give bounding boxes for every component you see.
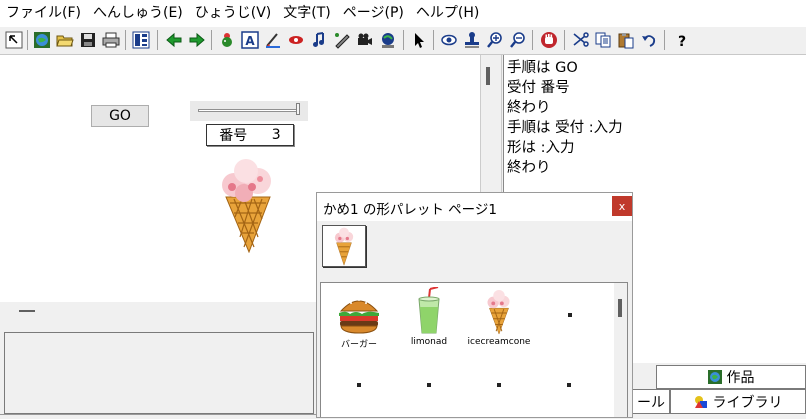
menu-help[interactable]: ヘルプ(H)	[410, 0, 485, 27]
copy-icon[interactable]	[592, 30, 613, 50]
tab-library-label: ライブラリ	[712, 394, 783, 411]
palette-grid: バーガー limonad icecreamcone	[320, 282, 628, 417]
help-icon[interactable]: ?	[671, 30, 692, 50]
palette-titlebar[interactable]: かめ1 の形パレット ページ1 x	[317, 193, 632, 221]
message-panel	[4, 332, 314, 414]
network-icon[interactable]	[377, 30, 398, 50]
globe-icon	[707, 370, 722, 384]
shape-palette-window: かめ1 の形パレット ページ1 x バーガー limonad icecreamc…	[316, 192, 633, 418]
svg-text:A: A	[245, 34, 255, 48]
globe-icon[interactable]	[31, 30, 52, 50]
script-line: 終わり	[507, 160, 551, 176]
tab-works[interactable]: 作品	[656, 365, 806, 389]
eye-icon[interactable]	[438, 30, 459, 50]
palette-item-label: icecreamcone	[467, 337, 531, 347]
tab-tool-label: ール	[637, 394, 665, 411]
close-icon: x	[618, 199, 626, 213]
icecream-icon[interactable]	[220, 157, 276, 253]
minus-icon[interactable]	[19, 310, 35, 312]
forward-arrow-icon[interactable]	[186, 30, 207, 50]
slider-track	[198, 109, 298, 112]
icecream-icon	[334, 227, 354, 266]
save-icon[interactable]	[77, 30, 98, 50]
music-note-icon[interactable]	[308, 30, 329, 50]
toolbar: A ?	[0, 27, 806, 55]
tab-library[interactable]: ライブラリ	[670, 389, 806, 414]
brush-icon[interactable]	[262, 30, 283, 50]
palette-item-lemonade[interactable]: limonad	[394, 287, 464, 347]
empty-slot-icon[interactable]	[567, 383, 571, 387]
slider[interactable]	[190, 101, 308, 121]
eye-mask-icon[interactable]	[285, 30, 306, 50]
character-icon[interactable]	[216, 30, 237, 50]
script-line: 手順は GO	[507, 60, 578, 76]
svg-text:?: ?	[677, 34, 685, 49]
empty-slot-icon[interactable]	[497, 383, 501, 387]
zoom-out-icon[interactable]	[507, 30, 528, 50]
scissors-icon[interactable]	[569, 30, 590, 50]
script-line: 手順は 受付 :入力	[507, 120, 623, 136]
paste-icon[interactable]	[615, 30, 636, 50]
palette-item-icecream[interactable]: icecreamcone	[464, 289, 534, 347]
slider-thumb[interactable]	[296, 103, 300, 115]
layout-icon[interactable]	[130, 30, 151, 50]
burger-icon	[339, 299, 379, 334]
empty-slot-icon[interactable]	[357, 383, 361, 387]
stop-hand-icon[interactable]	[538, 30, 559, 50]
shapes-icon	[694, 395, 707, 408]
pointer-icon[interactable]	[408, 30, 429, 50]
scrollbar-thumb[interactable]	[618, 299, 622, 317]
menu-bar: ファイル(F) へんしゅう(E) ひょうじ(V) 文字(T) ページ(P) ヘル…	[0, 0, 806, 27]
back-arrow-icon[interactable]	[163, 30, 184, 50]
print-icon[interactable]	[100, 30, 121, 50]
zoom-in-icon[interactable]	[484, 30, 505, 50]
close-button[interactable]: x	[612, 196, 632, 216]
scrollbar-thumb[interactable]	[486, 67, 490, 85]
open-folder-icon[interactable]	[54, 30, 75, 50]
menu-file[interactable]: ファイル(F)	[0, 0, 87, 27]
menu-page[interactable]: ページ(P)	[337, 0, 410, 27]
palette-item-label: limonad	[410, 337, 448, 347]
palette-scrollbar[interactable]	[614, 283, 627, 417]
number-field-value: 3	[271, 127, 281, 143]
palette-item-burger[interactable]: バーガー	[324, 293, 394, 350]
text-a-icon[interactable]: A	[239, 30, 260, 50]
stamp-icon[interactable]	[461, 30, 482, 50]
go-button[interactable]: GO	[91, 105, 149, 127]
script-line: 受付 番号	[507, 80, 570, 96]
palette-current-shape[interactable]	[322, 225, 366, 267]
script-line: 形は :入力	[507, 140, 575, 156]
tab-tool[interactable]: ール	[632, 389, 670, 414]
tab-works-label: 作品	[726, 370, 755, 386]
arrow-select-icon[interactable]	[3, 30, 24, 50]
empty-slot-icon[interactable]	[427, 383, 431, 387]
menu-text[interactable]: 文字(T)	[277, 0, 336, 27]
menu-edit[interactable]: へんしゅう(E)	[87, 0, 189, 27]
menu-view[interactable]: ひょうじ(V)	[189, 0, 278, 27]
empty-slot-icon[interactable]	[568, 313, 572, 317]
undo-icon[interactable]	[638, 30, 659, 50]
lemonade-icon	[418, 287, 440, 334]
pen-icon[interactable]	[331, 30, 352, 50]
bottom-edge	[0, 414, 320, 419]
video-icon[interactable]	[354, 30, 375, 50]
palette-title: かめ1 の形パレット ページ1	[323, 202, 497, 218]
script-line: 終わり	[507, 100, 551, 116]
number-field[interactable]: 番号 3	[206, 124, 294, 146]
number-field-label: 番号	[219, 128, 248, 144]
palette-item-label: バーガー	[340, 340, 377, 350]
icecream-icon	[487, 289, 510, 335]
